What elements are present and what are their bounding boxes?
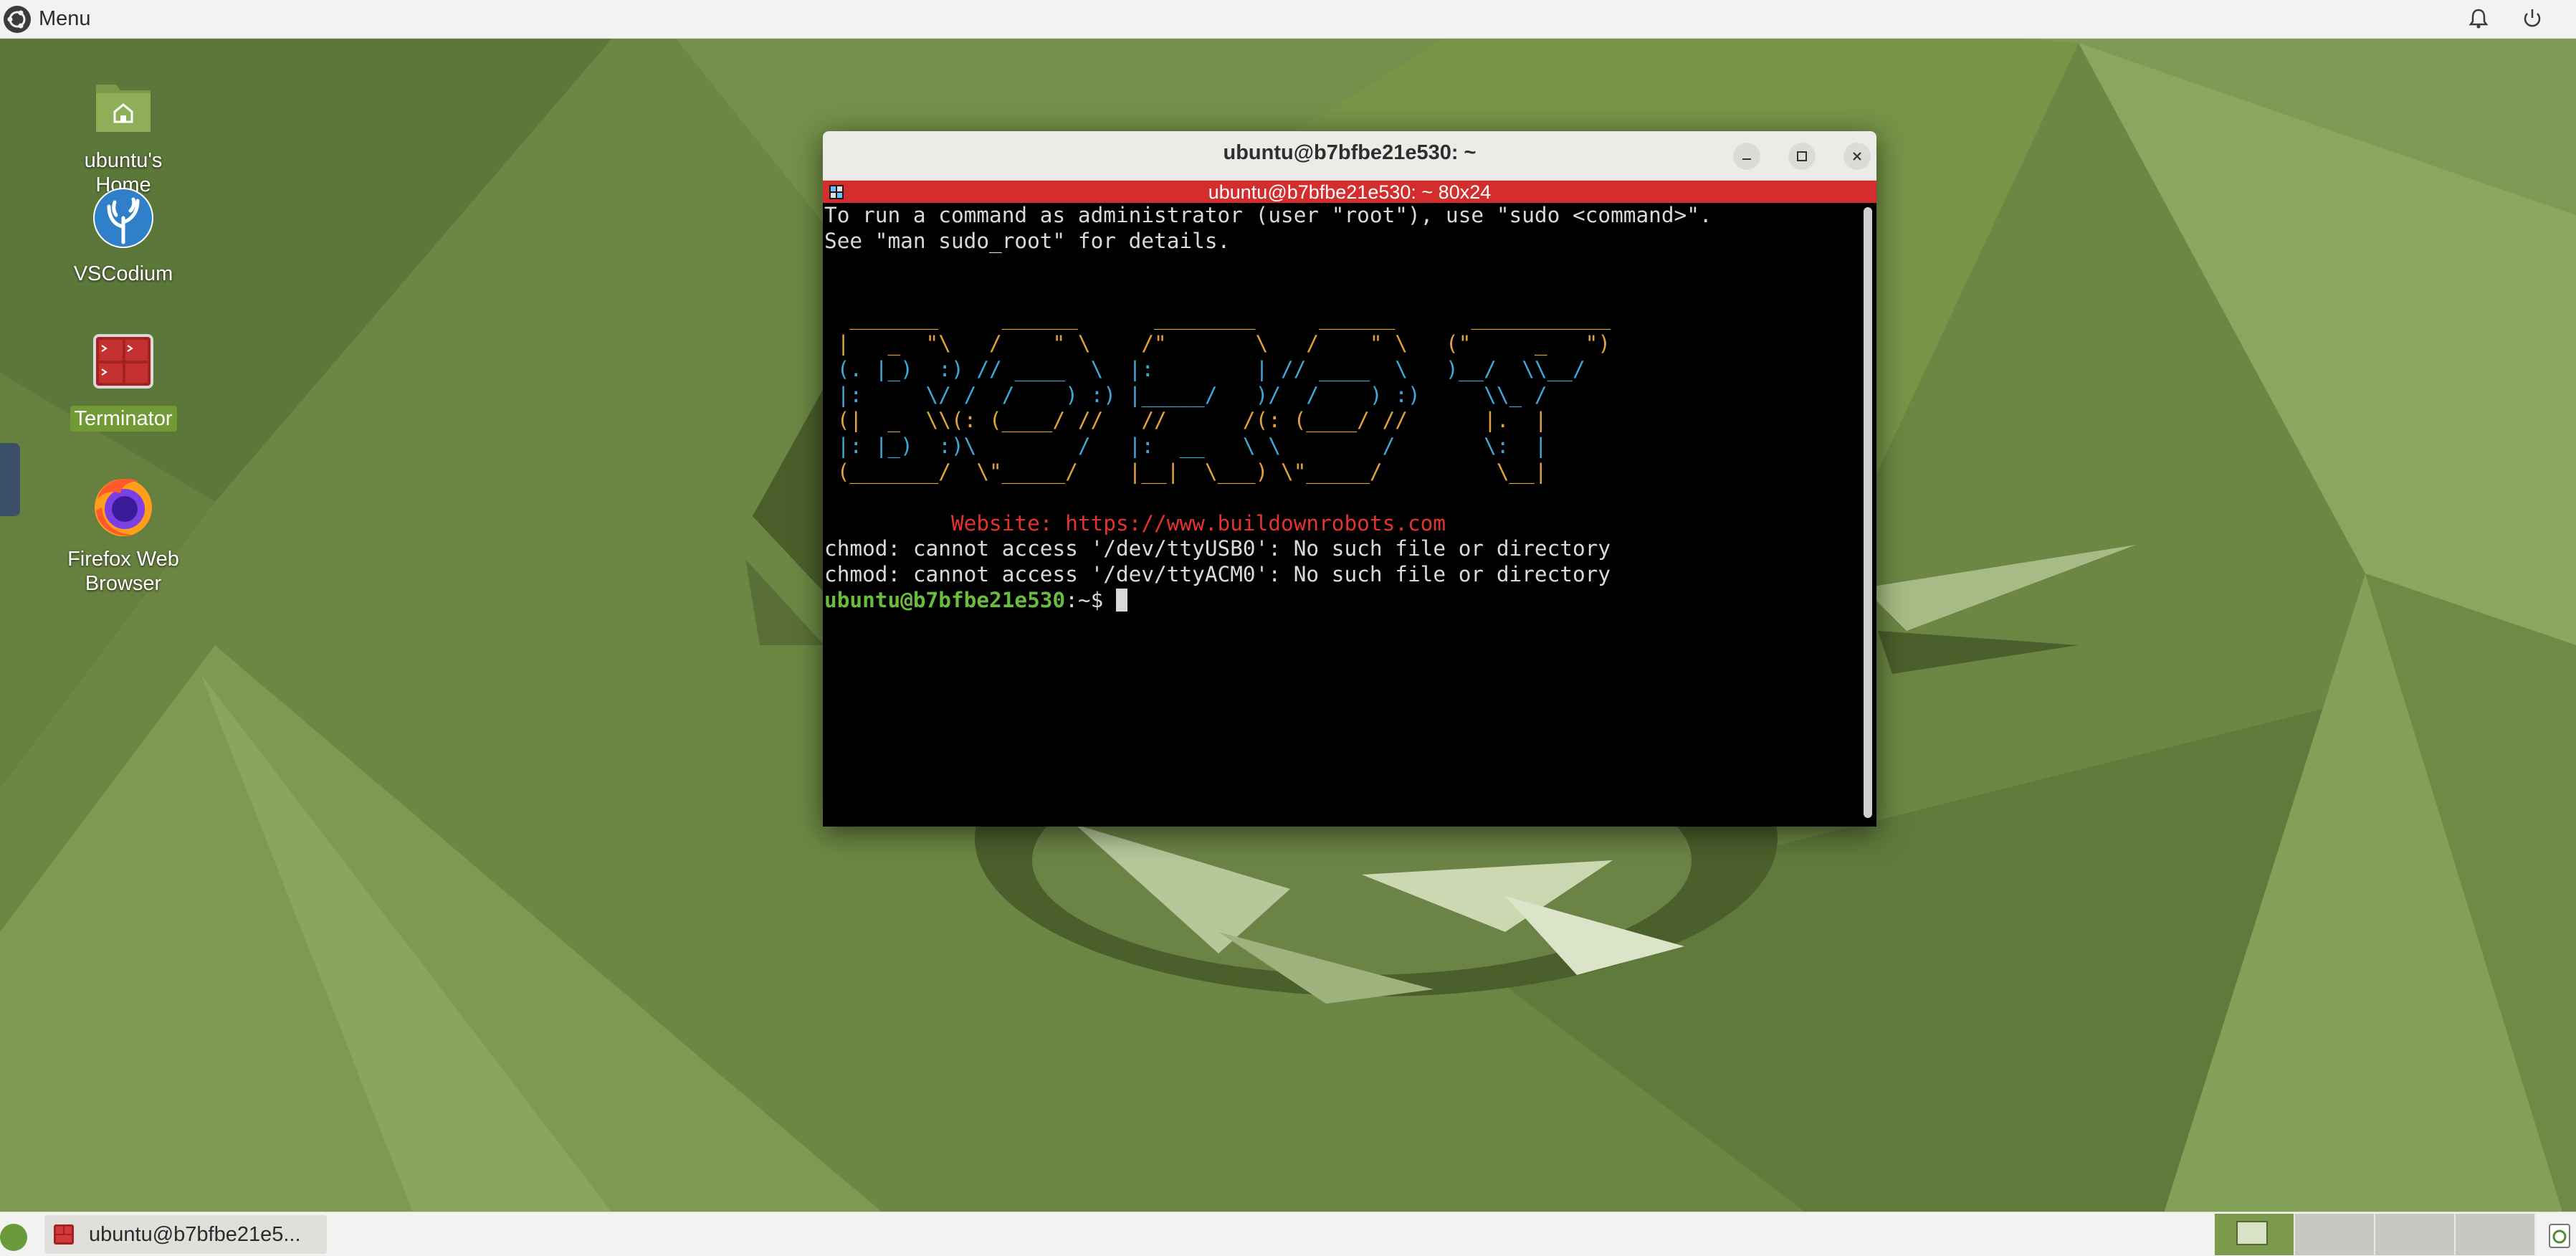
error-line: chmod: cannot access '/dev/ttyUSB0': No … — [824, 536, 1611, 561]
menu-button[interactable]: Menu — [0, 0, 91, 38]
window-title: ubuntu@b7bfbe21e530: ~ — [1223, 141, 1477, 164]
home-folder-icon — [96, 85, 151, 132]
terminal-tab-bar: ubuntu@b7bfbe21e530: ~ 80x24 — [823, 181, 1876, 203]
workspace-4[interactable] — [2456, 1214, 2536, 1255]
desktop-icon-label: Terminator — [70, 406, 177, 432]
top-panel: Menu — [0, 0, 2576, 39]
side-panel-handle[interactable] — [0, 443, 20, 516]
menu-label: Menu — [39, 7, 91, 30]
show-desktop-button[interactable] — [0, 1224, 27, 1251]
taskbar-item-label: ubuntu@b7bfbe21e5... — [89, 1222, 301, 1246]
trash-icon[interactable] — [2547, 1222, 2572, 1250]
desktop-icon-vscodium[interactable]: VSCodium — [52, 185, 195, 287]
terminal-window[interactable]: ubuntu@b7bfbe21e530: ~ ubuntu@b7bfbe21e5… — [823, 131, 1876, 827]
prompt-path: :~$ — [1065, 587, 1116, 612]
maximize-button[interactable] — [1788, 143, 1816, 170]
ascii-art-line: (. |_) :) // ____ \ |: | // ____ \ )__/ … — [824, 356, 1585, 381]
bottom-panel: ubuntu@b7bfbe21e5... — [0, 1212, 2576, 1256]
terminal-line: To run a command as administrator (user … — [824, 203, 1712, 227]
ascii-art-line: (| _ \\(: (____/ // // /(: (____/ // |. … — [824, 408, 1547, 433]
ascii-art-line: |: \/ / / ) :) |_____/ )/ / ) :) \\_ / — [824, 382, 1547, 407]
desktop-icon-home[interactable]: ubuntu's Home — [52, 72, 195, 198]
maximize-icon — [1797, 151, 1807, 161]
ubuntu-menu-icon — [4, 5, 31, 33]
workspace-1[interactable] — [2215, 1214, 2295, 1255]
terminal-line: See "man sudo_root" for details. — [824, 228, 1231, 253]
terminator-icon — [54, 1224, 74, 1245]
power-icon[interactable] — [2519, 6, 2545, 32]
ascii-art-line: (_______/ \"_____/ |__| \___) \"_____/ \… — [824, 459, 1547, 484]
workspace-window-thumb — [2236, 1221, 2268, 1245]
text-cursor — [1115, 588, 1127, 612]
terminal-subtitle: ubuntu@b7bfbe21e530: ~ 80x24 — [1208, 181, 1492, 203]
desktop-icon-label: VSCodium — [73, 262, 173, 285]
prompt-line[interactable]: ubuntu@b7bfbe21e530:~$ — [824, 588, 1856, 614]
terminal-scrollbar[interactable] — [1864, 207, 1872, 818]
prompt-user: ubuntu@b7bfbe21e530 — [824, 587, 1066, 612]
terminator-icon — [93, 334, 153, 389]
ascii-art-line: |: |_) :)\ / |: __ \ \ / \: | — [824, 434, 1547, 459]
close-icon — [1853, 152, 1861, 161]
taskbar-item-terminal[interactable]: ubuntu@b7bfbe21e5... — [44, 1215, 327, 1254]
terminal-output[interactable]: To run a command as administrator (user … — [824, 203, 1856, 823]
minimize-button[interactable] — [1733, 143, 1760, 170]
firefox-icon — [95, 478, 152, 536]
vscodium-icon — [93, 188, 153, 248]
minimize-icon — [1742, 158, 1751, 160]
ascii-art-line: _______ ______ ________ ______ _________… — [824, 305, 1611, 330]
ascii-art-line: | _ "\ / " \ /" \ / " \ (" _ ") — [824, 330, 1611, 356]
error-line: chmod: cannot access '/dev/ttyACM0': No … — [824, 562, 1611, 587]
window-titlebar[interactable]: ubuntu@b7bfbe21e530: ~ — [823, 131, 1876, 181]
workspace-2[interactable] — [2295, 1214, 2375, 1255]
bell-icon[interactable] — [2466, 6, 2491, 32]
desktop-icon-label: Firefox Web Browser — [67, 548, 179, 595]
desktop-icon-terminator[interactable]: Terminator — [52, 330, 195, 432]
website-line: Website: https://www.buildownrobots.com — [824, 510, 1446, 536]
desktop-icon-firefox[interactable]: Firefox Web Browser — [52, 470, 195, 596]
close-button[interactable] — [1843, 143, 1871, 170]
workspace-3[interactable] — [2375, 1214, 2456, 1255]
